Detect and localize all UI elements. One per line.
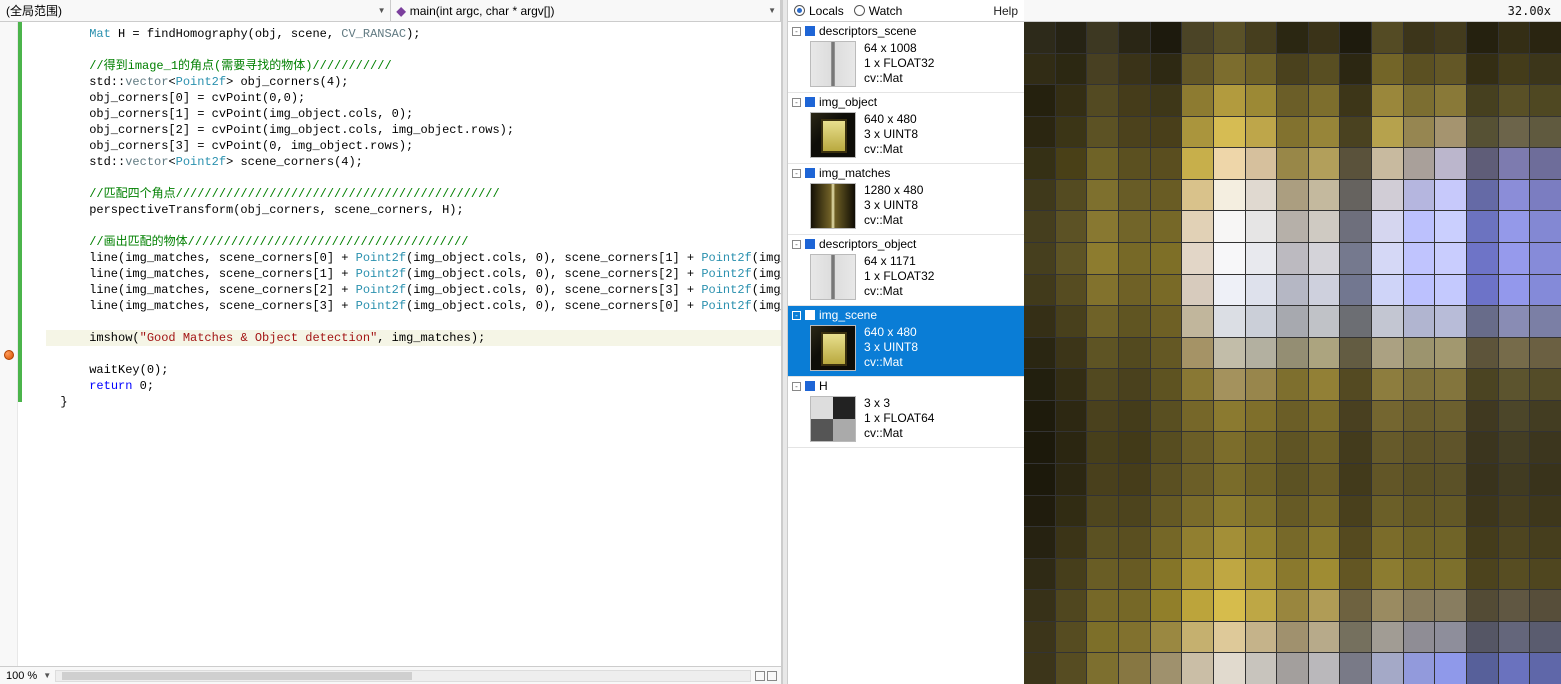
- variable-icon: [805, 310, 815, 320]
- variable-icon: [805, 26, 815, 36]
- tree-toggle-icon[interactable]: -: [792, 382, 801, 391]
- scope-selector[interactable]: (全局范围) ▼: [0, 0, 391, 21]
- var-row-img_object[interactable]: -img_object640 x 4803 x UINT8cv::Mat: [788, 93, 1024, 164]
- image-preview-pane: 32.00x: [1024, 0, 1561, 684]
- chevron-down-icon: ▼: [378, 6, 386, 15]
- code-text[interactable]: Mat H = findHomography(obj, scene, CV_RA…: [18, 22, 781, 666]
- var-thumbnail: [810, 183, 856, 229]
- variable-list[interactable]: -descriptors_scene64 x 10081 x FLOAT32cv…: [788, 22, 1024, 684]
- tree-toggle-icon[interactable]: -: [792, 169, 801, 178]
- breakpoint-icon[interactable]: [4, 350, 14, 360]
- var-name: img_object: [819, 95, 877, 109]
- var-thumbnail: [810, 41, 856, 87]
- horizontal-scrollbar[interactable]: [55, 670, 751, 682]
- editor-corner-icons[interactable]: [751, 671, 781, 681]
- var-row-descriptors_scene[interactable]: -descriptors_scene64 x 10081 x FLOAT32cv…: [788, 22, 1024, 93]
- tree-toggle-icon[interactable]: -: [792, 98, 801, 107]
- function-label: main(int argc, char * argv[]): [410, 4, 555, 18]
- scope-label: (全局范围): [6, 2, 62, 19]
- variable-icon: [805, 381, 815, 391]
- chevron-down-icon: ▼: [768, 6, 776, 15]
- tab-locals[interactable]: Locals: [794, 4, 844, 18]
- tab-watch[interactable]: Watch: [854, 4, 903, 18]
- help-link[interactable]: Help: [993, 4, 1018, 18]
- method-icon: ◆: [397, 4, 406, 18]
- var-row-descriptors_object[interactable]: -descriptors_object64 x 11711 x FLOAT32c…: [788, 235, 1024, 306]
- var-row-H[interactable]: -H3 x 31 x FLOAT64cv::Mat: [788, 377, 1024, 448]
- tree-toggle-icon[interactable]: -: [792, 311, 801, 320]
- tree-toggle-icon[interactable]: -: [792, 27, 801, 36]
- function-selector[interactable]: ◆ main(int argc, char * argv[]) ▼: [391, 0, 782, 21]
- var-thumbnail: [810, 112, 856, 158]
- var-name: descriptors_object: [819, 237, 916, 251]
- var-thumbnail: [810, 254, 856, 300]
- variable-icon: [805, 97, 815, 107]
- code-editor-pane: (全局范围) ▼ ◆ main(int argc, char * argv[])…: [0, 0, 782, 684]
- var-row-img_scene[interactable]: -img_scene640 x 4803 x UINT8cv::Mat: [788, 306, 1024, 377]
- var-thumbnail: [810, 325, 856, 371]
- tree-toggle-icon[interactable]: -: [792, 240, 801, 249]
- variable-icon: [805, 168, 815, 178]
- variable-icon: [805, 239, 815, 249]
- change-marker: [18, 22, 22, 402]
- image-zoom-label: 32.00x: [1508, 4, 1551, 18]
- var-name: descriptors_scene: [819, 24, 916, 38]
- var-row-img_matches[interactable]: -img_matches1280 x 4803 x UINT8cv::Mat: [788, 164, 1024, 235]
- chevron-down-icon[interactable]: ▼: [43, 671, 55, 680]
- inspector-pane: Locals Watch Help -descriptors_scene64 x…: [788, 0, 1024, 684]
- var-name: img_scene: [819, 308, 877, 322]
- var-name: H: [819, 379, 828, 393]
- editor-gutter[interactable]: [0, 22, 18, 666]
- pixel-grid[interactable]: [1024, 22, 1561, 684]
- editor-zoom-label[interactable]: 100 %: [0, 670, 43, 682]
- var-thumbnail: [810, 396, 856, 442]
- var-name: img_matches: [819, 166, 890, 180]
